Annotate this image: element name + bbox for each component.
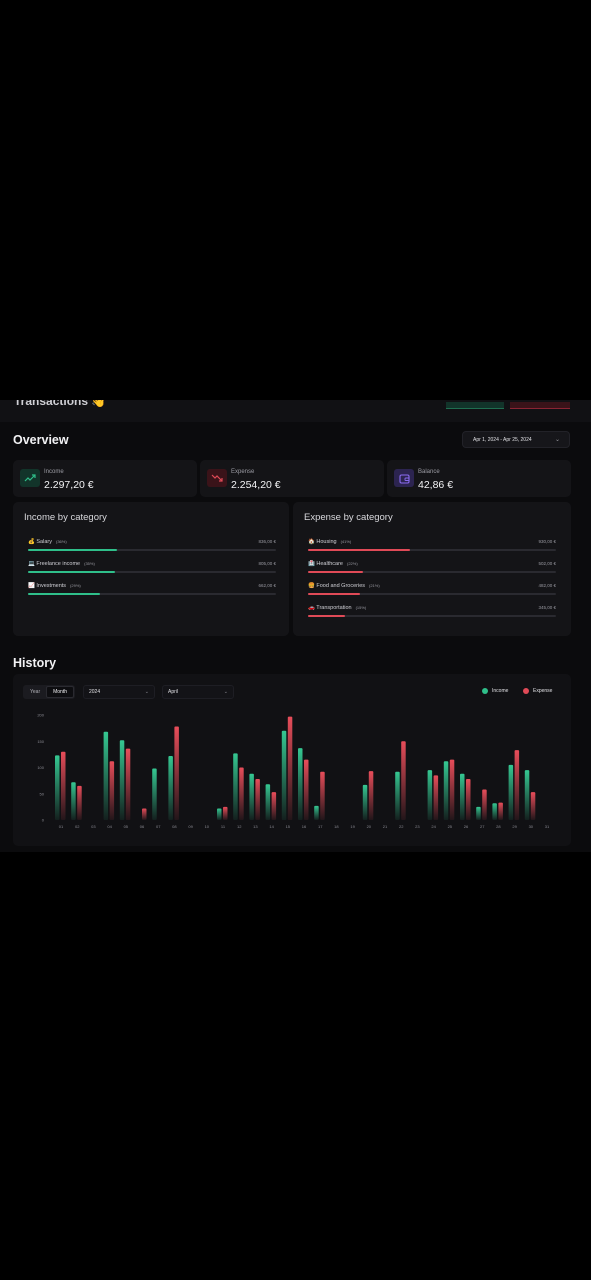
- overview-title: Overview: [13, 433, 69, 447]
- legend-dot: [523, 688, 529, 694]
- legend-label: Income: [492, 688, 509, 694]
- stat-label: Balance: [418, 469, 440, 475]
- stat-label: Income: [44, 469, 64, 475]
- tab-month[interactable]: Month: [46, 686, 75, 698]
- stat-card-expense: Expense 2.254,20 €: [200, 460, 384, 497]
- category-amount: 805,00 €: [258, 561, 276, 566]
- category-amount: 345,00 €: [538, 605, 556, 610]
- category-name: 📈 Investments (29%): [28, 583, 81, 589]
- category-progress-fill: [308, 615, 346, 617]
- category-icon: 🏠: [308, 539, 315, 545]
- new-income-button[interactable]: [446, 402, 504, 409]
- income-category-title: Income by category: [24, 512, 107, 523]
- legend-label: Expense: [533, 688, 553, 694]
- category-progress-fill: [308, 593, 361, 595]
- date-range-picker[interactable]: Apr 1, 2024 - Apr 25, 2024 ⌄: [462, 431, 570, 448]
- category-amount: 502,00 €: [538, 561, 556, 566]
- category-icon: 📈: [28, 583, 35, 589]
- category-row: 💰 Salary (36%) 836,00 €: [28, 539, 276, 559]
- category-percent: (41%): [340, 539, 352, 544]
- category-amount: 662,00 €: [258, 583, 276, 588]
- legend-expense: Expense: [523, 688, 552, 694]
- category-row: 📈 Investments (29%) 662,00 €: [28, 583, 276, 603]
- category-name: 💻 Freelance income (35%): [28, 561, 95, 567]
- category-percent: (35%): [84, 561, 95, 566]
- stat-label: Expense: [231, 469, 255, 475]
- category-progress-track: [308, 571, 556, 573]
- date-range-text: Apr 1, 2024 - Apr 25, 2024: [473, 436, 532, 443]
- page-header: Transactions 👋: [0, 400, 591, 422]
- category-name: 🚗 Transportation (15%): [308, 605, 367, 611]
- month-select-value: April: [168, 689, 179, 695]
- category-name: 🏠 Housing (41%): [308, 539, 352, 545]
- category-progress-fill: [308, 571, 363, 573]
- year-select[interactable]: 2024 ⌄: [83, 685, 155, 699]
- category-icon: 🚗: [308, 605, 315, 611]
- category-progress-track: [308, 615, 556, 617]
- chevron-down-icon: ⌄: [144, 689, 149, 695]
- wallet-icon: [394, 469, 414, 487]
- category-percent: (15%): [355, 605, 367, 610]
- category-progress-fill: [28, 549, 118, 551]
- category-progress-track: [308, 549, 556, 551]
- category-icon: 🍔: [308, 583, 315, 589]
- category-percent: (29%): [70, 583, 81, 588]
- category-progress-fill: [308, 549, 410, 551]
- legend-income: Income: [482, 688, 508, 694]
- chevron-down-icon: ⌄: [554, 437, 560, 443]
- period-tabs: Year Month: [23, 685, 76, 699]
- year-select-value: 2024: [89, 689, 101, 695]
- stat-value: 2.254,20 €: [231, 479, 281, 491]
- stat-card-balance: Balance 42,86 €: [387, 460, 571, 497]
- legend-dot: [482, 688, 488, 694]
- category-row: 🏠 Housing (41%) 930,00 €: [308, 539, 556, 559]
- category-amount: 930,00 €: [538, 539, 556, 544]
- category-row: 🍔 Food and Groceries (21%) 482,00 €: [308, 583, 556, 603]
- category-icon: 💻: [28, 561, 35, 567]
- category-row: 💻 Freelance income (35%) 805,00 €: [28, 561, 276, 581]
- page-title: Transactions 👋: [14, 400, 107, 408]
- category-percent: (21%): [369, 583, 380, 588]
- tab-year[interactable]: Year: [24, 686, 46, 698]
- chevron-down-icon: ⌄: [223, 689, 228, 695]
- category-amount: 836,00 €: [258, 539, 276, 544]
- category-amount: 482,00 €: [538, 583, 556, 588]
- history-card: [13, 674, 571, 846]
- category-name: 💰 Salary (36%): [28, 539, 67, 545]
- new-expense-button[interactable]: [510, 402, 570, 409]
- history-title: History: [13, 656, 57, 670]
- category-progress-track: [28, 571, 276, 573]
- category-progress-track: [28, 593, 276, 595]
- stat-value: 42,86 €: [418, 479, 454, 491]
- stat-card-income: Income 2.297,20 €: [13, 460, 197, 497]
- trending-up-icon: [20, 469, 40, 487]
- category-progress-fill: [28, 593, 100, 595]
- category-progress-track: [28, 549, 276, 551]
- category-icon: 🏥: [308, 561, 315, 567]
- category-row: 🚗 Transportation (15%) 345,00 €: [308, 605, 556, 625]
- category-row: 🏥 Healthcare (22%) 502,00 €: [308, 561, 556, 581]
- category-name: 🏥 Healthcare (22%): [308, 561, 358, 567]
- category-icon: 💰: [28, 539, 35, 545]
- stat-value: 2.297,20 €: [44, 479, 94, 491]
- category-progress-fill: [28, 571, 115, 573]
- category-name: 🍔 Food and Groceries (21%): [308, 583, 380, 589]
- category-percent: (22%): [347, 561, 358, 566]
- expense-category-title: Expense by category: [304, 512, 393, 523]
- category-percent: (36%): [55, 539, 67, 544]
- trending-down-icon: [207, 469, 227, 487]
- month-select[interactable]: April ⌄: [162, 685, 234, 699]
- category-progress-track: [308, 593, 556, 595]
